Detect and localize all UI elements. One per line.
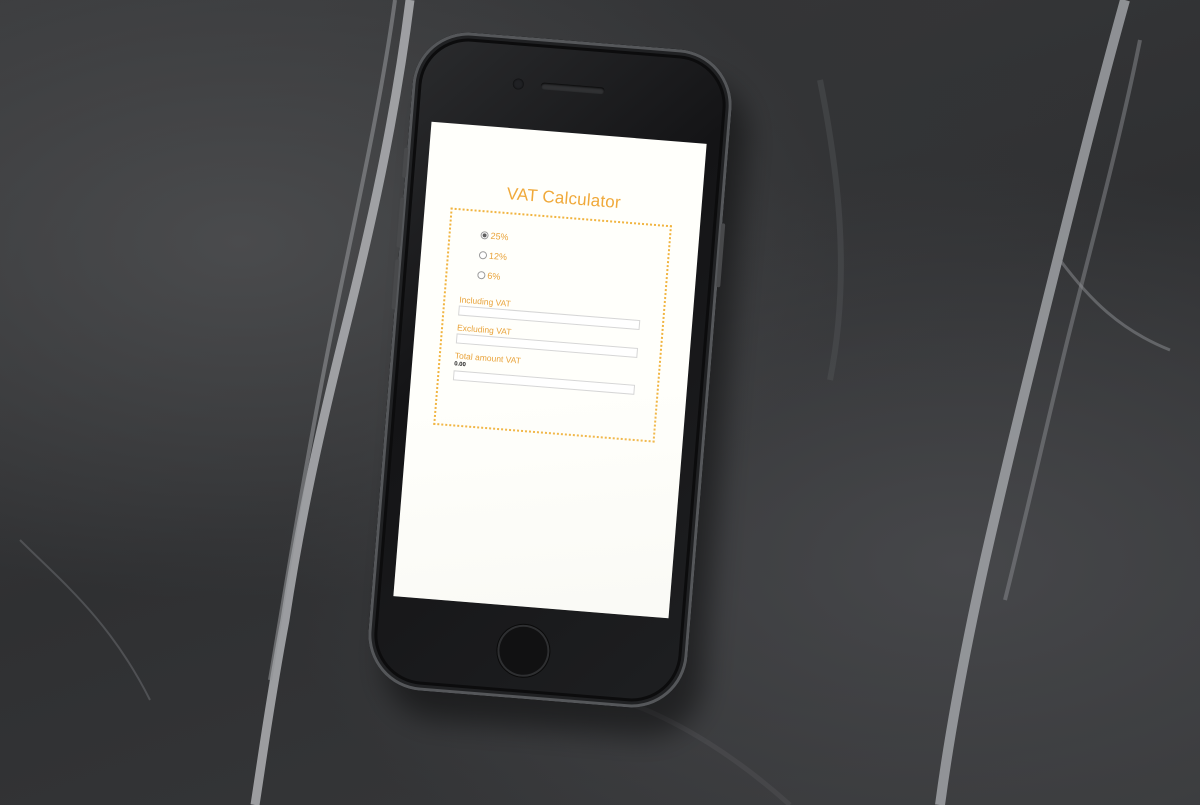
earpiece-speaker bbox=[540, 82, 605, 95]
radio-unselected-icon[interactable] bbox=[478, 250, 488, 260]
total-amount-vat-input[interactable] bbox=[452, 370, 636, 395]
vat-rate-option-6[interactable]: 6% bbox=[477, 270, 501, 282]
phone-device: VAT Calculator 25% 12% 6% Including VAT … bbox=[364, 28, 752, 742]
vat-rate-label: 6% bbox=[486, 270, 501, 282]
vat-rate-label: 12% bbox=[488, 250, 508, 263]
phone-body: VAT Calculator 25% 12% 6% Including VAT … bbox=[364, 28, 736, 712]
total-amount-vat-value: 0.00 bbox=[453, 361, 467, 369]
radio-unselected-icon[interactable] bbox=[477, 270, 486, 280]
vat-rate-option-12[interactable]: 12% bbox=[478, 250, 508, 263]
phone-screen: VAT Calculator 25% 12% 6% Including VAT … bbox=[393, 121, 707, 619]
vat-rate-option-25[interactable]: 25% bbox=[480, 230, 509, 242]
front-camera-icon bbox=[512, 78, 525, 90]
radio-selected-icon[interactable] bbox=[480, 231, 489, 240]
calculator-panel: 25% 12% 6% Including VAT Excluding VAT T… bbox=[433, 207, 672, 443]
vat-rate-label: 25% bbox=[490, 230, 509, 243]
home-button[interactable] bbox=[495, 622, 552, 679]
